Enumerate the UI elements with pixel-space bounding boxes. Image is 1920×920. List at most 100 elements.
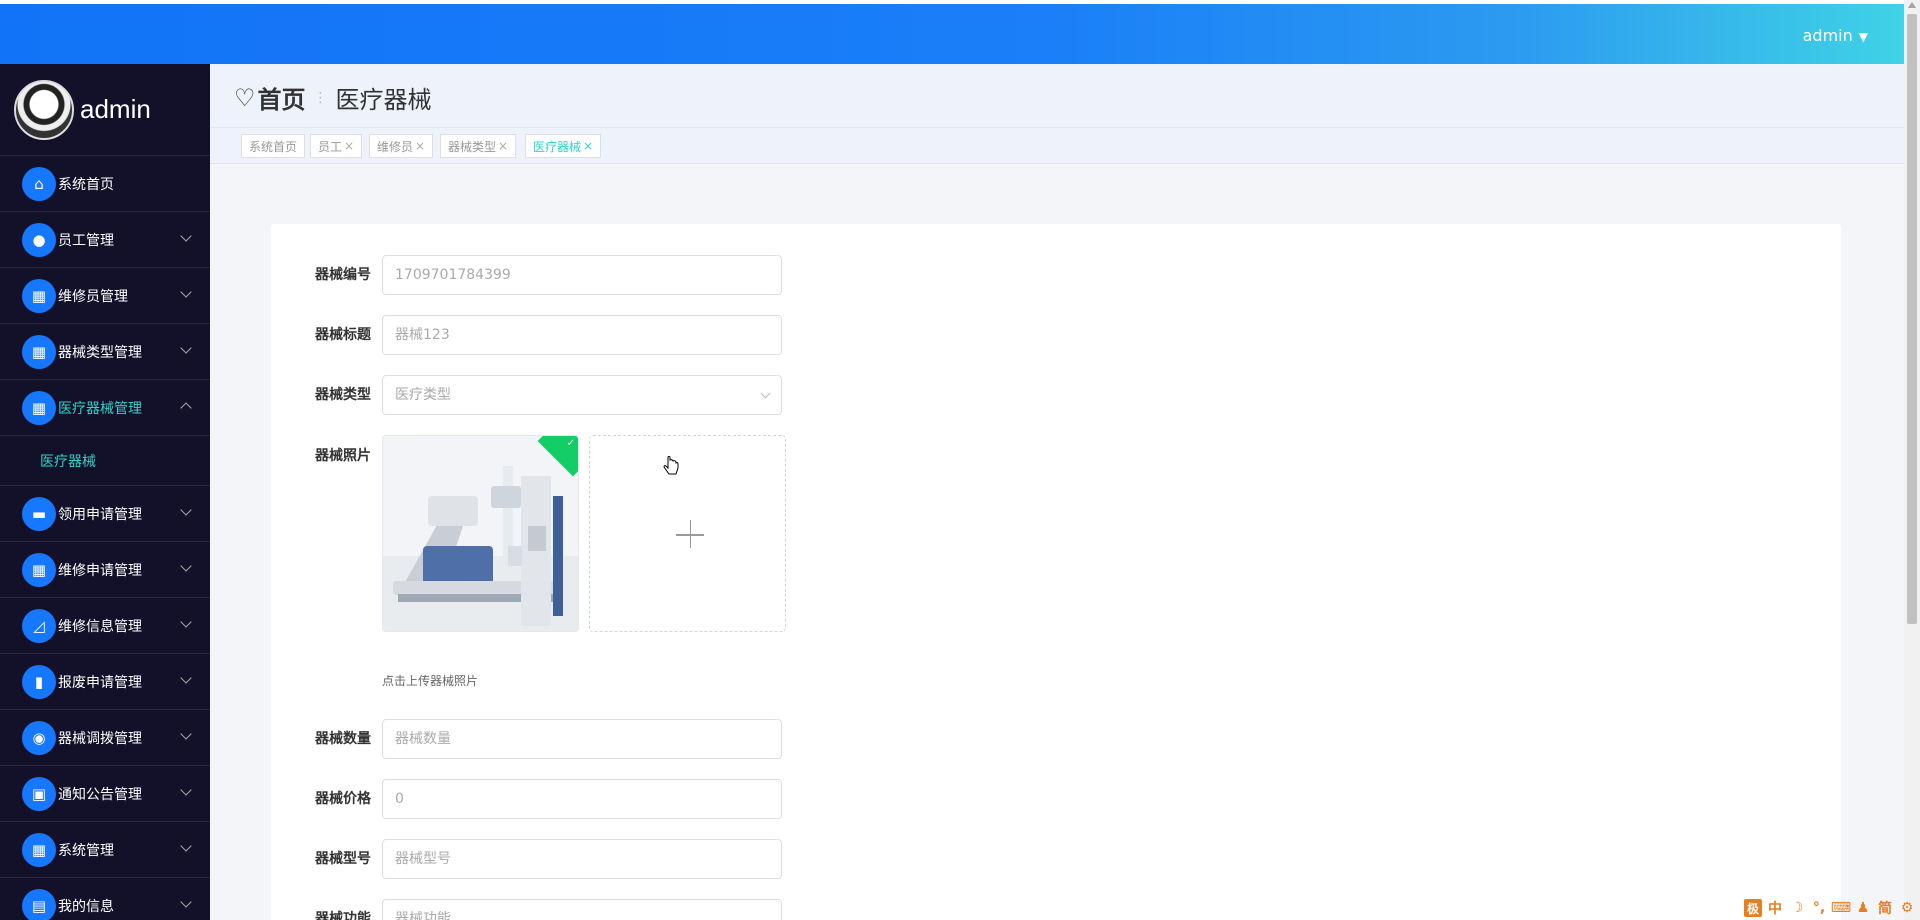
sidebar-item-repair-apply[interactable]: ▦ 维修申请管理: [0, 542, 210, 598]
uploaded-photo-thumbnail[interactable]: ✓: [382, 435, 579, 632]
breadcrumb-current: 医疗器械: [335, 86, 432, 114]
price-label: 器械价格: [315, 791, 371, 807]
title-label: 器械标题: [315, 327, 371, 343]
user-icon[interactable]: ♟: [1854, 899, 1872, 917]
sidebar-item-label: 通知公告管理: [58, 786, 142, 803]
chevron-down-icon: [180, 342, 192, 354]
sidebar-item-scrap-apply[interactable]: ▮ 报废申请管理: [0, 654, 210, 710]
close-icon[interactable]: ×: [415, 139, 425, 153]
sidebar-item-my-info[interactable]: ▤ 我的信息: [0, 878, 210, 920]
user-name: admin: [1802, 26, 1853, 45]
tag-label: 员工: [318, 139, 343, 154]
count-input[interactable]: 器械数量: [382, 719, 782, 759]
model-input[interactable]: 器械型号: [382, 839, 782, 879]
sidebar-item-home[interactable]: ⌂ 系统首页: [0, 156, 210, 212]
home-icon: ⌂: [22, 166, 56, 201]
tag-home[interactable]: 系统首页: [241, 134, 306, 158]
xray-machine-image: [383, 436, 578, 631]
sidebar-item-transfer[interactable]: ◉ 器械调拨管理: [0, 710, 210, 766]
gear-icon[interactable]: ⚙: [1898, 899, 1916, 917]
form-row-code: 器械编号 1709701784399: [271, 255, 1071, 295]
chevron-down-icon: [180, 784, 192, 796]
ime-logo-icon[interactable]: 极: [1744, 899, 1762, 917]
vertical-scrollbar[interactable]: [1904, 0, 1920, 920]
form-row-count: 器械数量 器械数量: [271, 719, 1071, 759]
chevron-down-icon: [180, 728, 192, 740]
chevron-down-icon: [180, 504, 192, 516]
profile-name: admin: [80, 94, 151, 124]
sidebar-item-system[interactable]: ▦ 系统管理: [0, 822, 210, 878]
model-label: 器械型号: [315, 851, 371, 867]
sidebar-item-label: 维修信息管理: [58, 618, 142, 635]
scrollbar-thumb[interactable]: [1907, 14, 1917, 624]
sidebar-profile: admin: [0, 64, 210, 156]
chevron-down-icon: [180, 560, 192, 572]
avatar: [14, 79, 74, 140]
caret-down-icon: ▼: [1858, 30, 1868, 44]
price-input[interactable]: 0: [382, 779, 782, 819]
tag-device-type[interactable]: 器械类型 ×: [440, 134, 517, 158]
heart-icon: ♡: [234, 83, 256, 112]
title-input[interactable]: 器械123: [382, 315, 782, 355]
form-row-type: 器械类型 医疗类型: [271, 375, 1071, 415]
punctuation-icon[interactable]: °,: [1810, 899, 1828, 917]
tag-label: 系统首页: [249, 139, 298, 154]
tag-staff[interactable]: 员工 ×: [310, 134, 363, 158]
sidebar-item-notice[interactable]: ▣ 通知公告管理: [0, 766, 210, 822]
sidebar-item-medical-device[interactable]: ▦ 医疗器械管理: [0, 380, 210, 436]
grid-icon: ▦: [22, 334, 56, 369]
grid-icon: ▦: [22, 832, 56, 867]
chevron-down-icon: [180, 672, 192, 684]
sidebar-item-device-type[interactable]: ▦ 器械类型管理: [0, 324, 210, 380]
close-icon[interactable]: ×: [583, 139, 593, 153]
tag-medical-device[interactable]: 医疗器械 ×: [525, 134, 602, 158]
ime-simplified-mode[interactable]: 简: [1876, 899, 1894, 917]
photo-upload-button[interactable]: [589, 435, 786, 632]
close-icon[interactable]: ×: [344, 139, 354, 153]
photo-hint: 点击上传器械照片: [382, 674, 479, 688]
chevron-down-icon: [180, 286, 192, 298]
chevron-down-icon: [180, 896, 192, 908]
form-row-title: 器械标题 器械123: [271, 315, 1071, 355]
breadcrumb-separator: ⋮: [313, 89, 328, 106]
submenu-item-medical-device[interactable]: 医疗器械: [0, 436, 210, 486]
sidebar-item-staff[interactable]: ● 员工管理: [0, 212, 210, 268]
sidebar-item-borrow-apply[interactable]: ▬ 领用申请管理: [0, 486, 210, 542]
tags-view: 系统首页 员工 × 维修员 × 器械类型 × 医疗器械 ×: [210, 128, 1904, 164]
grid-icon: ▦: [22, 390, 56, 425]
type-select[interactable]: 医疗类型: [382, 375, 782, 415]
grid-icon: ▦: [22, 278, 56, 313]
tag-repairman[interactable]: 维修员 ×: [369, 134, 434, 158]
breadcrumb-home[interactable]: 首页: [258, 80, 306, 115]
card-icon: ▤: [22, 888, 56, 920]
function-input[interactable]: 器械功能: [382, 899, 782, 920]
code-input[interactable]: 1709701784399: [382, 255, 782, 295]
user-icon: ◉: [22, 720, 56, 755]
bar-chart-icon: ▮: [22, 664, 56, 699]
sidebar-item-label: 系统首页: [58, 176, 114, 193]
hand-cursor-icon: [663, 456, 679, 475]
lightbulb-icon: ●: [22, 222, 56, 257]
keyboard-icon[interactable]: ⌨: [1831, 899, 1851, 917]
close-icon[interactable]: ×: [498, 139, 508, 153]
type-placeholder: 医疗类型: [395, 387, 451, 403]
sidebar-item-repair-info[interactable]: ◿ 维修信息管理: [0, 598, 210, 654]
page-header: ♡ 首页 ⋮ 医疗器械: [210, 64, 1904, 128]
chevron-down-icon: [760, 388, 771, 399]
sidebar-item-repairman[interactable]: ▦ 维修员管理: [0, 268, 210, 324]
sidebar-item-label: 员工管理: [58, 232, 114, 249]
moon-icon[interactable]: ☽: [1788, 899, 1806, 917]
sidebar-item-label: 系统管理: [58, 842, 114, 859]
user-dropdown[interactable]: admin ▼: [1803, 26, 1868, 45]
breadcrumb: ♡ 首页 ⋮ 医疗器械: [234, 80, 432, 115]
sidebar-item-label: 维修员管理: [58, 288, 128, 305]
type-label: 器械类型: [315, 387, 371, 403]
sidebar-item-label: 器械调拨管理: [58, 730, 142, 747]
ime-chinese-mode[interactable]: 中: [1766, 899, 1784, 917]
scroll-up-arrow-icon[interactable]: [1908, 2, 1916, 8]
sidebar-item-label: 维修申请管理: [58, 562, 142, 579]
code-label: 器械编号: [315, 267, 371, 283]
tag-label: 器械类型: [448, 139, 497, 154]
chevron-down-icon: [180, 616, 192, 628]
ticket-icon: ▬: [22, 496, 56, 531]
